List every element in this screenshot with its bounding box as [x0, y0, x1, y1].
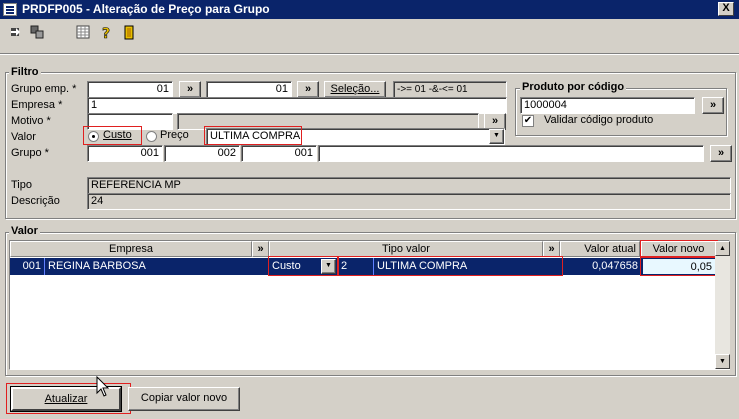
valor-atual-cell: 0,047658 — [592, 260, 638, 272]
grupo-part1-input[interactable]: 001 — [87, 145, 163, 162]
window-icon[interactable] — [26, 25, 48, 45]
help-icon[interactable]: ? — [96, 25, 118, 45]
selecao-button[interactable]: Seleção... — [324, 81, 386, 98]
copiar-valor-novo-button[interactable]: Copiar valor novo — [128, 387, 240, 411]
motivo-label: Motivo * — [11, 115, 51, 127]
grupo-label: Grupo * — [11, 147, 49, 159]
valor-novo-cell[interactable]: 0,05 — [642, 258, 716, 275]
grupo-emp-from-lookup-button[interactable]: » — [179, 81, 201, 98]
empresa-code-cell[interactable]: 001 — [12, 258, 44, 275]
grid-scrollbar[interactable]: ▲ ▼ — [715, 241, 730, 369]
column-header-valor-atual[interactable]: Valor atual — [560, 241, 640, 257]
empresa-input[interactable]: 1 — [87, 97, 507, 114]
descricao-label: Descrição — [11, 195, 60, 207]
produto-lookup-button[interactable]: » — [702, 97, 724, 114]
grupo-description — [318, 145, 704, 162]
exit-icon[interactable] — [4, 25, 26, 45]
door-icon[interactable] — [118, 25, 140, 45]
validar-checkbox[interactable]: ✔ — [522, 115, 534, 127]
selecao-info: ->= 01 -&-<= 01 — [393, 81, 507, 98]
valor-legend: Valor — [9, 225, 40, 237]
close-button[interactable]: X — [718, 2, 734, 16]
column-header-tipo-valor[interactable]: Tipo valor — [269, 241, 543, 257]
table-row[interactable]: 001 REGINA BARBOSA Custo ▼ 2 ULTIMA COMP… — [10, 258, 716, 275]
grupo-emp-to-lookup-button[interactable]: » — [297, 81, 319, 98]
filtro-legend: Filtro — [9, 66, 41, 78]
scroll-up-arrow[interactable]: ▲ — [715, 241, 730, 256]
title-bar: PRDFP005 - Alteração de Preço para Grupo… — [0, 0, 739, 19]
tipo-value: REFERENCIA MP — [87, 177, 731, 194]
tipo-code-cell[interactable]: 2 — [338, 258, 372, 275]
empresa-name-cell[interactable]: REGINA BARBOSA — [44, 258, 269, 275]
tipo-valor-column-lookup[interactable]: » — [543, 241, 560, 257]
custo-radio[interactable] — [88, 131, 99, 142]
column-header-valor-novo[interactable]: Valor novo — [641, 241, 716, 257]
window-title: PRDFP005 - Alteração de Preço para Grupo — [22, 2, 270, 16]
grupo-emp-label: Grupo emp. * — [11, 83, 77, 95]
toolbar-separator — [0, 53, 739, 55]
valor-label: Valor — [11, 131, 36, 143]
mouse-cursor-icon — [96, 375, 110, 398]
valor-grid[interactable]: Empresa » Tipo valor » Valor atual Valor… — [9, 240, 730, 370]
column-header-empresa[interactable]: Empresa — [10, 241, 252, 257]
tipo-desc-cell[interactable]: ULTIMA COMPRA — [373, 258, 563, 275]
empresa-label: Empresa * — [11, 99, 63, 111]
grupo-emp-from-input[interactable]: 01 — [87, 81, 173, 98]
grupo-part2-input[interactable]: 002 — [164, 145, 240, 162]
app-icon — [3, 3, 17, 16]
motivo-input[interactable] — [87, 113, 173, 130]
svg-text:?: ? — [102, 26, 110, 41]
grupo-emp-to-input[interactable]: 01 — [206, 81, 292, 98]
descricao-value: 24 — [87, 193, 731, 210]
tipo-label: Tipo — [11, 179, 32, 191]
produto-codigo-input[interactable]: 1000004 — [520, 97, 695, 114]
custo-radio-label[interactable]: Custo — [103, 129, 132, 141]
produto-legend: Produto por código — [520, 81, 627, 93]
valor-combo[interactable]: ULTIMA COMPRA — [206, 128, 505, 145]
tipo-dropdown[interactable]: ▼ — [321, 259, 336, 274]
scroll-down-arrow[interactable]: ▼ — [715, 354, 730, 369]
calculator-icon[interactable] — [72, 25, 94, 45]
validar-label[interactable]: Validar código produto — [544, 114, 653, 126]
valor-combo-dropdown[interactable]: ▼ — [489, 129, 504, 144]
grupo-lookup-button[interactable]: » — [710, 145, 732, 162]
preco-radio-label[interactable]: Preço — [160, 129, 189, 141]
grupo-part3-input[interactable]: 001 — [241, 145, 317, 162]
preco-radio[interactable] — [146, 131, 157, 142]
empresa-column-lookup[interactable]: » — [252, 241, 269, 257]
